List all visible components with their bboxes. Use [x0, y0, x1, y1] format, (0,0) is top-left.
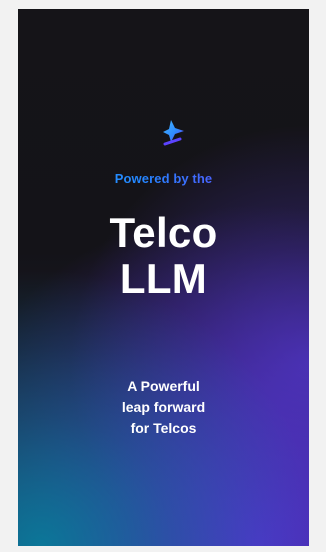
title-line-2: LLM	[119, 255, 208, 302]
subtitle-line-3: for Telcos	[130, 420, 197, 436]
subtitle-line-2: leap forward	[121, 399, 206, 415]
subtitle-line-1: A Powerful	[127, 378, 200, 394]
powered-by-text: Powered by the	[18, 171, 309, 187]
promo-card: Powered by the Telco LLM A Powerful leap…	[18, 9, 309, 546]
page-title: Telco LLM	[18, 210, 309, 302]
title-line-1: Telco	[109, 209, 218, 256]
subtitle-text: A Powerful leap forward for Telcos	[18, 376, 309, 439]
sparkle-icon	[163, 120, 184, 146]
